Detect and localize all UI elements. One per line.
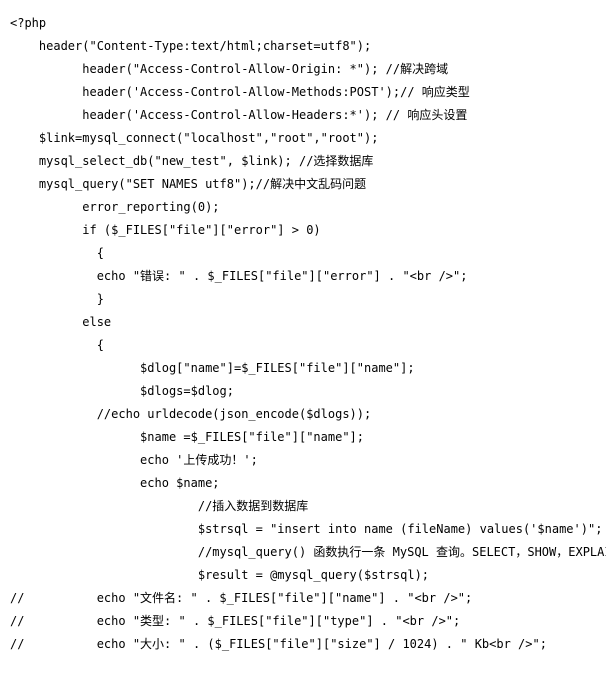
code-content: <?php header("Content-Type:text/html;cha… (10, 16, 606, 651)
code-block: <?php header("Content-Type:text/html;cha… (0, 0, 606, 668)
